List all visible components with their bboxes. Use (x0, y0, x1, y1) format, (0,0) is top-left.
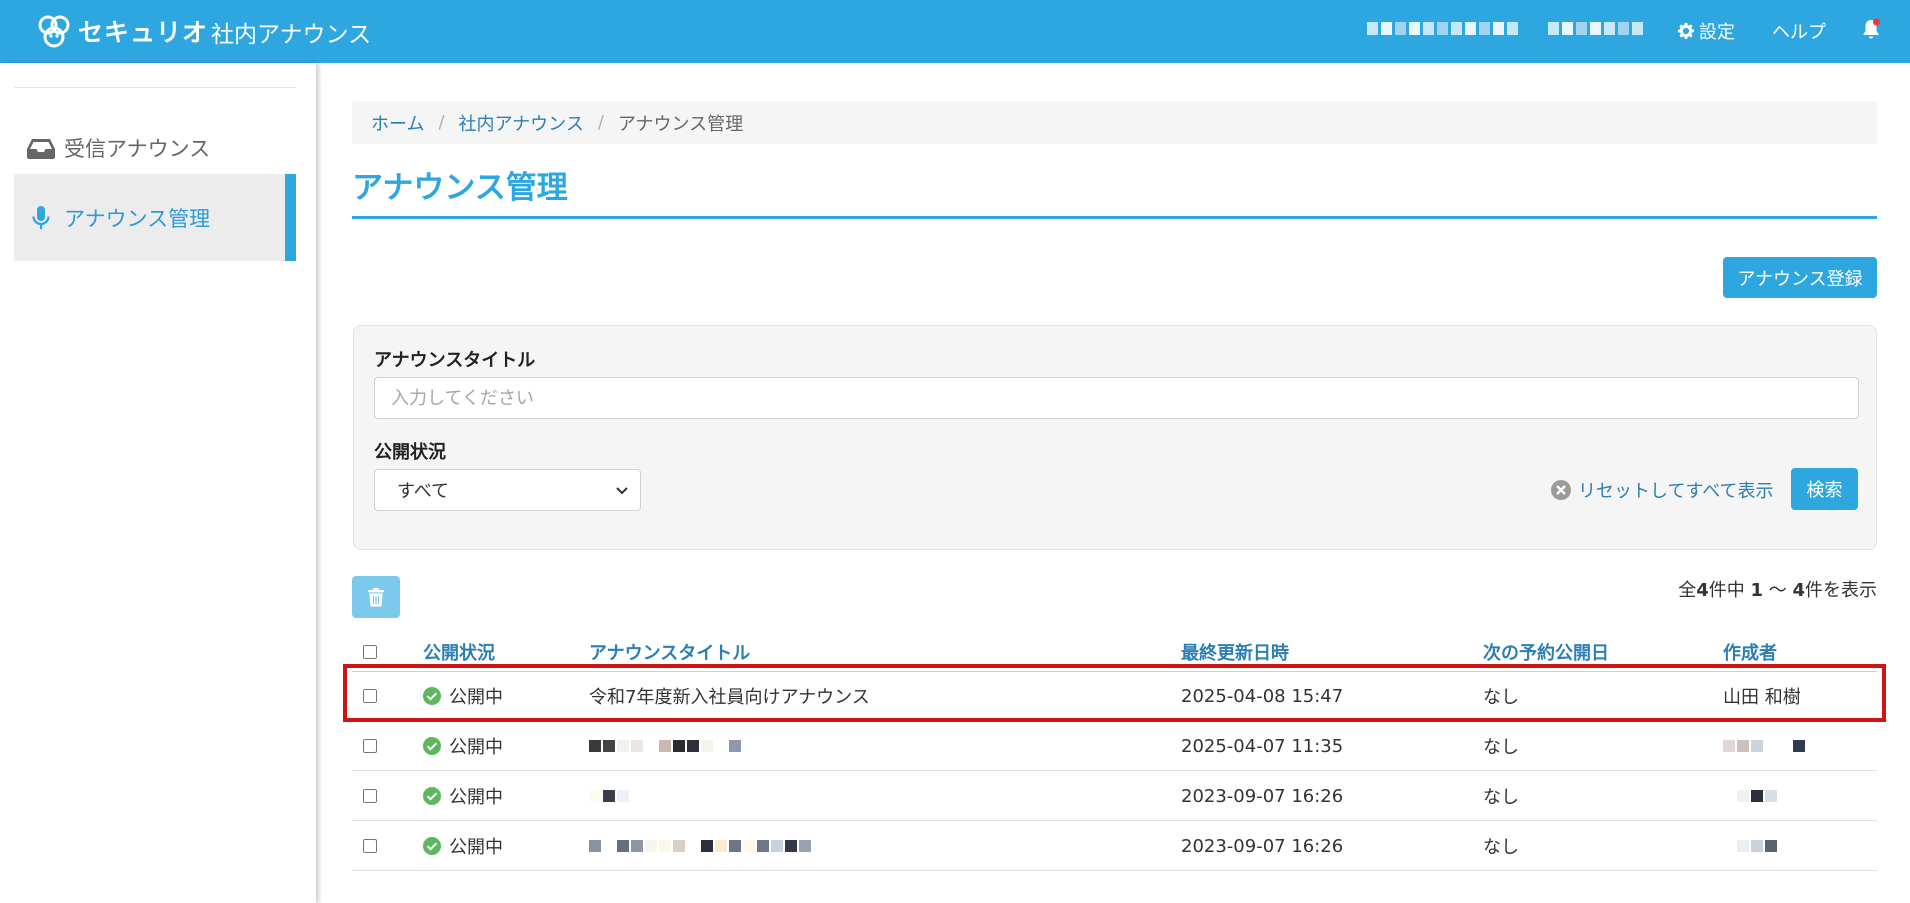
row-checkbox-cell (363, 722, 377, 770)
row-checkbox[interactable] (363, 789, 377, 803)
sidebar-item-label: 受信アナウンス (64, 136, 211, 161)
page-title: アナウンス管理 (352, 170, 568, 206)
title-field-label: アナウンスタイトル (374, 350, 536, 371)
breadcrumb-separator: / (597, 112, 604, 133)
notification-bell-icon[interactable] (1861, 18, 1881, 40)
user-org-redacted (1548, 22, 1643, 38)
row-updated: 2025-04-07 11:35 (1181, 735, 1344, 757)
row-next-publish: なし (1483, 837, 1519, 858)
settings-label: 設定 (1699, 22, 1735, 43)
user-name-redacted[interactable] (1367, 22, 1518, 38)
logo-mark-icon (38, 15, 70, 48)
microphone-icon (32, 205, 50, 229)
help-label: ヘルプ (1772, 22, 1826, 43)
breadcrumb-home[interactable]: ホーム (371, 110, 424, 136)
row-title-redacted[interactable] (589, 822, 811, 870)
status-text: 公開中 (449, 837, 503, 858)
row-title-redacted[interactable] (589, 772, 629, 820)
select-all-checkbox[interactable] (363, 645, 377, 659)
status-select[interactable]: すべて (374, 469, 641, 511)
status-text: 公開中 (449, 737, 503, 758)
redacted-mosaic (1723, 740, 1805, 752)
row-checkbox[interactable] (363, 839, 377, 853)
row-status: 公開中 (423, 822, 503, 870)
logo-text: セキュリオ (78, 18, 209, 47)
row-author-redacted (1723, 722, 1805, 770)
redacted-mosaic (1723, 790, 1777, 802)
breadcrumb-current: アナウンス管理 (617, 113, 744, 135)
sidebar-item-announcement-management[interactable]: アナウンス管理 (14, 174, 296, 261)
help-link[interactable]: ヘルプ (1772, 18, 1826, 44)
sidebar-item-label: アナウンス管理 (64, 206, 211, 231)
check-circle-icon (423, 837, 441, 855)
row-checkbox[interactable] (363, 739, 377, 753)
count-suffix: 件を表示 (1805, 580, 1877, 601)
breadcrumb-separator: / (438, 112, 445, 133)
gear-icon (1677, 22, 1695, 39)
top-bar: セキュリオ 社内アナウンス 設定 ヘルプ (0, 0, 1910, 63)
settings-link[interactable]: 設定 (1677, 18, 1735, 44)
count-total: 4 (1696, 580, 1709, 601)
check-circle-icon (423, 737, 441, 755)
inbox-icon (27, 138, 55, 159)
highlighted-row-outline (343, 664, 1886, 722)
title-search-input[interactable] (374, 377, 1859, 419)
chevron-down-icon (616, 487, 628, 495)
redacted-mosaic (1723, 840, 1777, 852)
row-next-publish: なし (1483, 787, 1519, 808)
result-count: 全4件中 1 〜 4件を表示 (1678, 576, 1877, 602)
row-updated: 2023-09-07 16:26 (1181, 785, 1344, 807)
row-checkbox-cell (363, 772, 377, 820)
redacted-mosaic (589, 740, 741, 752)
redacted-mosaic (589, 840, 811, 852)
row-status: 公開中 (423, 722, 503, 770)
table-row[interactable]: 公開中 2025-04-07 11:35 なし (352, 722, 1877, 771)
app-title: 社内アナウンス (211, 22, 372, 48)
status-text: 公開中 (449, 787, 503, 808)
breadcrumb: ホーム / 社内アナウンス / アナウンス管理 (352, 101, 1877, 144)
clear-circle-icon (1551, 480, 1571, 500)
row-next-publish: なし (1483, 737, 1519, 758)
search-panel: アナウンスタイトル 公開状況 すべて リセットしてすべて表示 (353, 325, 1877, 550)
check-circle-icon (423, 787, 441, 805)
search-button[interactable]: 検索 (1791, 468, 1858, 510)
register-announcement-button[interactable]: アナウンス登録 (1723, 257, 1877, 298)
count-mid: 件中 (1708, 580, 1745, 601)
trash-icon (368, 587, 384, 606)
breadcrumb-section[interactable]: 社内アナウンス (459, 110, 584, 136)
row-updated: 2023-09-07 16:26 (1181, 835, 1344, 857)
count-prefix: 全 (1678, 580, 1697, 601)
app-logo[interactable]: セキュリオ (34, 12, 208, 50)
sidebar-divider (14, 87, 296, 88)
sidebar: 受信アナウンス アナウンス管理 (0, 63, 316, 903)
reset-label: リセットしてすべて表示 (1578, 481, 1774, 502)
redacted-mosaic (589, 790, 629, 802)
row-title-redacted[interactable] (589, 722, 741, 770)
row-status: 公開中 (423, 772, 503, 820)
delete-selected-button[interactable] (352, 576, 400, 618)
table-row[interactable]: 公開中 2023-09-07 16:26 なし (352, 822, 1877, 871)
table-row[interactable]: 公開中 2023-09-07 16:26 なし (352, 772, 1877, 821)
count-to: 4 (1792, 580, 1805, 601)
status-select-value: すべて (397, 481, 450, 502)
title-underline (352, 216, 1877, 219)
status-field-label: 公開状況 (374, 442, 446, 463)
row-checkbox-cell (363, 822, 377, 870)
row-author-redacted (1723, 772, 1777, 820)
row-author-redacted (1723, 822, 1777, 870)
count-from: 1 (1750, 580, 1763, 601)
count-tilde: 〜 (1768, 580, 1787, 601)
reset-filter-link[interactable]: リセットしてすべて表示 (1550, 477, 1773, 503)
